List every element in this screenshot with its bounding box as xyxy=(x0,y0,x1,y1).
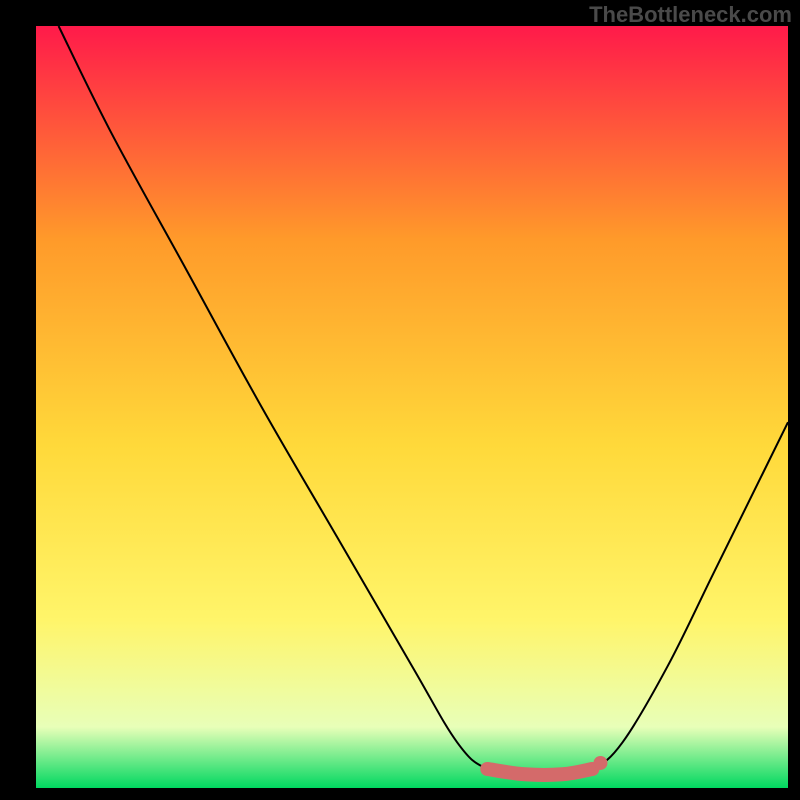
watermark-text: TheBottleneck.com xyxy=(589,2,792,28)
optimal-range-highlight xyxy=(487,769,592,775)
plot-background xyxy=(36,26,788,788)
chart-frame: TheBottleneck.com xyxy=(0,0,800,800)
chart-canvas xyxy=(0,0,800,800)
highlight-end-dot xyxy=(593,756,607,770)
